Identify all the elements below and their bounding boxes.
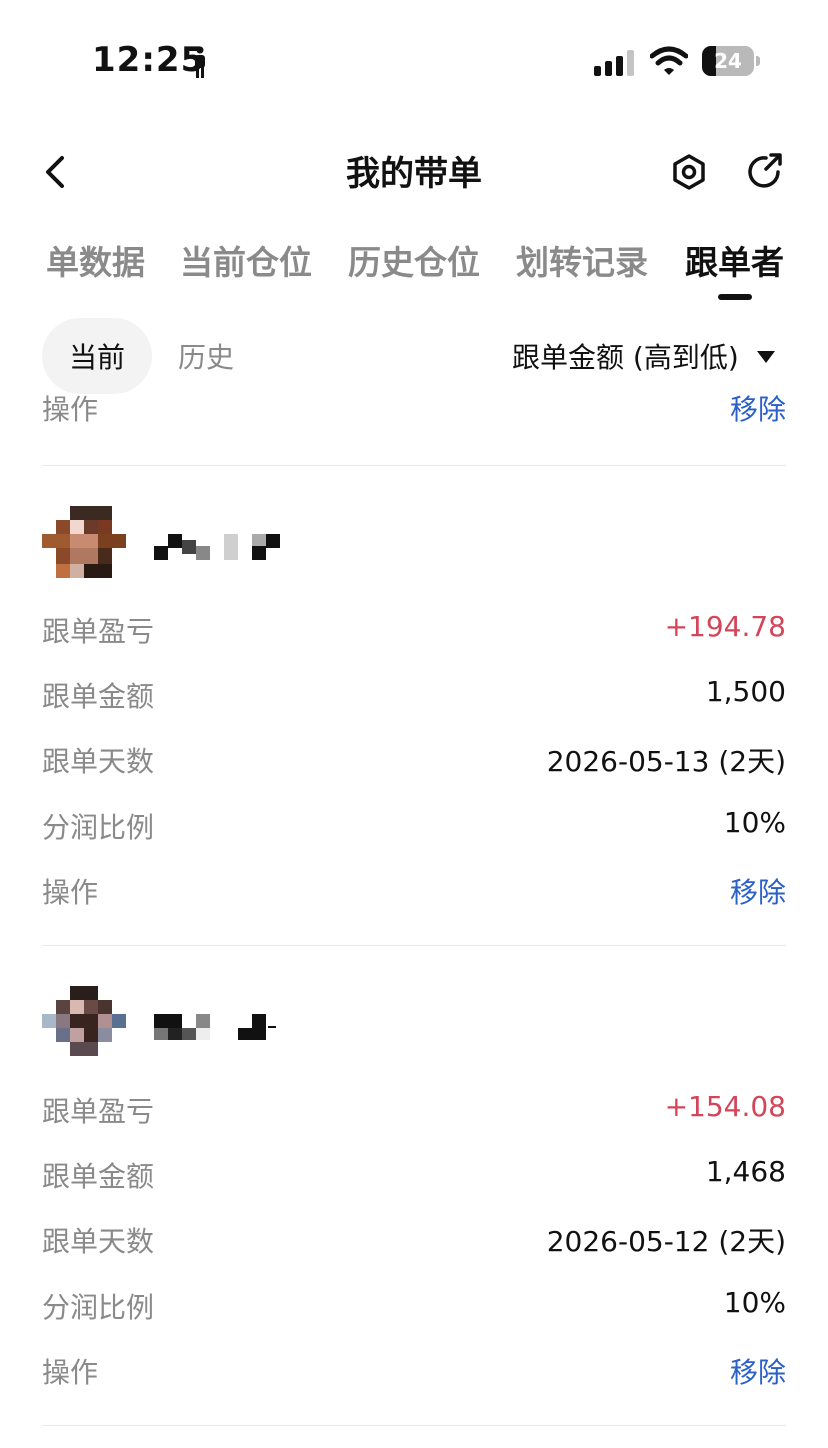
- row-value-amount: 1,500: [705, 675, 786, 708]
- wifi-icon: [650, 46, 688, 75]
- row-label-days: 跟单天数: [42, 1225, 155, 1258]
- row-value-days: 2026-05-12 (2天): [546, 1225, 786, 1258]
- remove-button[interactable]: 移除: [730, 1351, 786, 1391]
- row-label-amount: 跟单金额: [42, 680, 155, 713]
- remove-button[interactable]: 移除: [730, 394, 786, 428]
- row-value-pnl: +154.08: [664, 1090, 786, 1123]
- divider: [42, 1425, 786, 1426]
- tab-transfer-records[interactable]: 划转记录: [516, 236, 648, 284]
- caret-down-icon[interactable]: [756, 350, 776, 364]
- row-value-days: 2026-05-13 (2天): [546, 745, 786, 778]
- row-label: 操作: [42, 394, 99, 426]
- row-value-pnl: +194.78: [664, 610, 786, 643]
- tab-data[interactable]: 单数据: [46, 236, 145, 284]
- filter-history[interactable]: 历史: [178, 336, 234, 376]
- divider: [42, 465, 786, 466]
- row-label-action: 操作: [42, 876, 99, 909]
- battery-level: 24: [714, 49, 742, 73]
- person-icon: [195, 46, 205, 78]
- filter-current[interactable]: 当前: [42, 336, 152, 376]
- signal-icon: [594, 50, 634, 76]
- sort-dropdown[interactable]: 跟单金额 (高到低): [512, 336, 739, 376]
- row-label-amount: 跟单金额: [42, 1160, 155, 1193]
- tab-bar: 单数据 当前仓位 历史仓位 划转记录 跟单者: [0, 232, 828, 292]
- row-label-action: 操作: [42, 1356, 99, 1389]
- remove-button[interactable]: 移除: [730, 871, 786, 911]
- row-value-amount: 1,468: [705, 1155, 786, 1188]
- username-redacted: [154, 534, 280, 560]
- username-redacted: [154, 1014, 276, 1040]
- tab-current-positions[interactable]: 当前仓位: [180, 236, 312, 284]
- avatar[interactable]: [42, 986, 126, 1058]
- row-label-share: 分润比例: [42, 1291, 155, 1324]
- row-value-share: 10%: [723, 806, 786, 839]
- row-label-share: 分润比例: [42, 811, 155, 844]
- row-label-pnl: 跟单盈亏: [42, 615, 155, 648]
- settings-icon[interactable]: [668, 150, 710, 194]
- battery-indicator: 24: [702, 46, 760, 76]
- tab-history-positions[interactable]: 历史仓位: [348, 236, 480, 284]
- row-value-share: 10%: [723, 1286, 786, 1319]
- status-time: 12:25: [92, 40, 206, 80]
- row-label-days: 跟单天数: [42, 745, 155, 778]
- partial-row: 操作 移除: [0, 394, 828, 434]
- divider: [42, 945, 786, 946]
- tab-indicator: [718, 294, 752, 300]
- share-icon[interactable]: [744, 150, 786, 194]
- tab-followers[interactable]: 跟单者: [685, 236, 784, 284]
- avatar[interactable]: [42, 506, 126, 578]
- row-label-pnl: 跟单盈亏: [42, 1095, 155, 1128]
